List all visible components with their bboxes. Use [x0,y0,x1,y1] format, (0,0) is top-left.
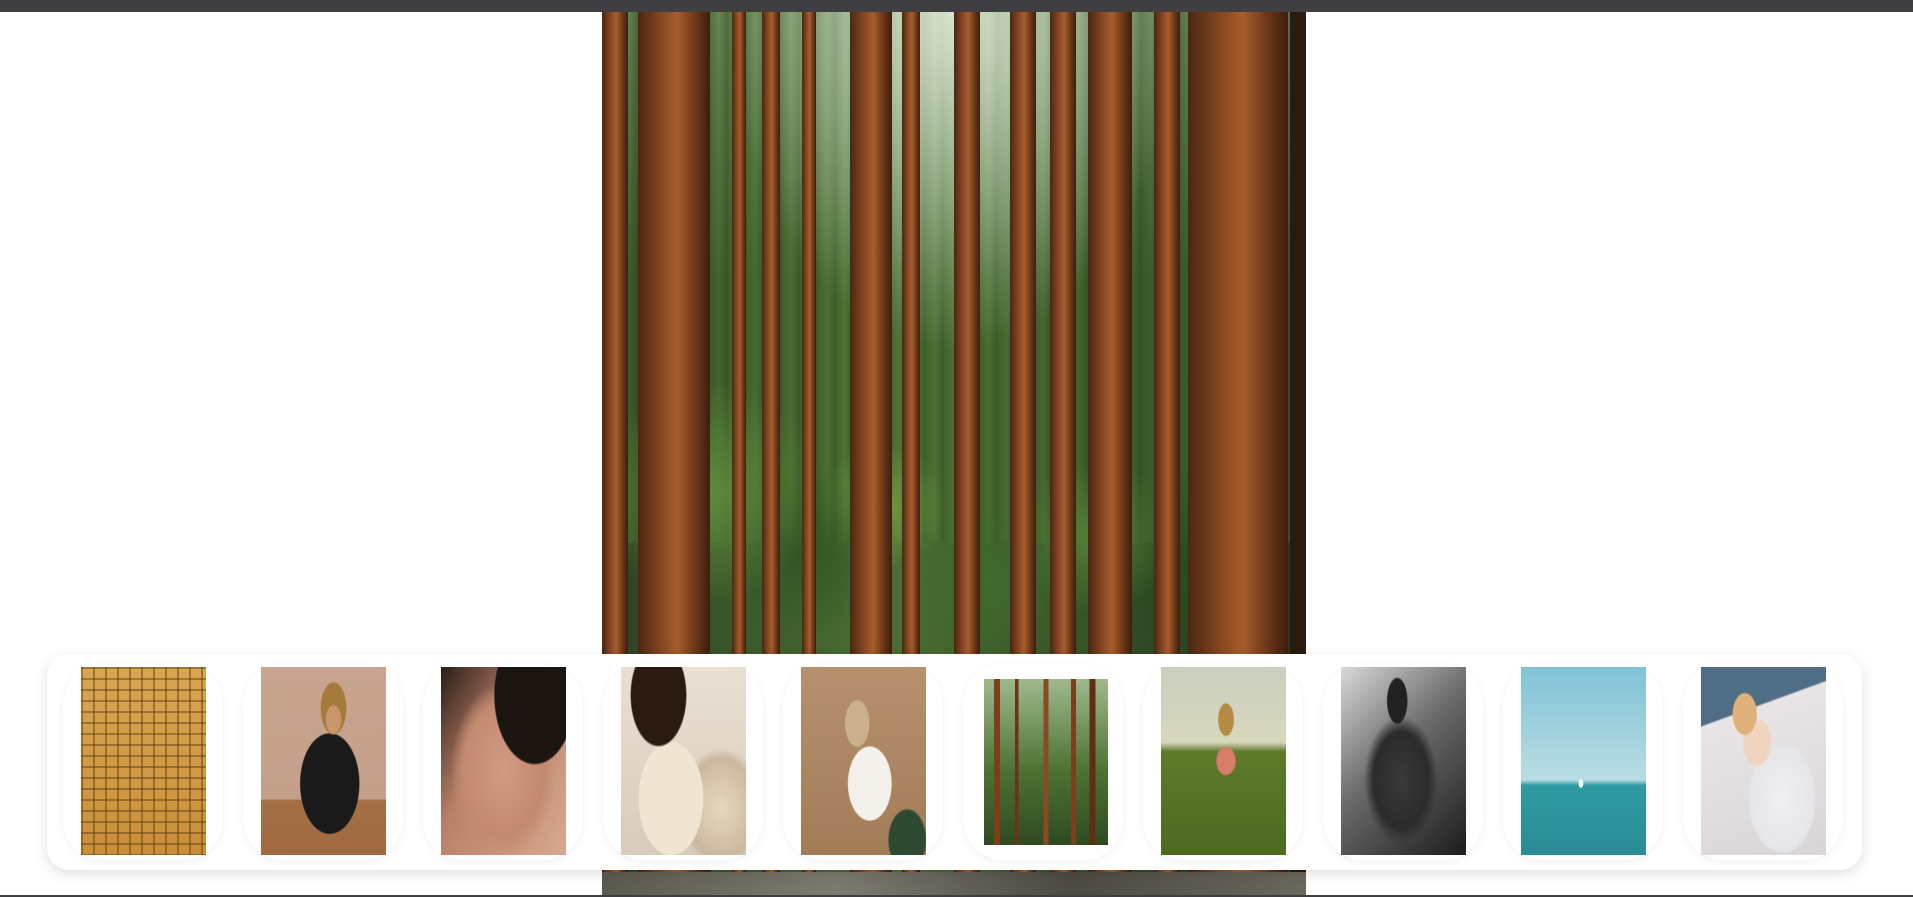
building-facade-photo-icon [81,667,206,855]
thumbnail-6-selected[interactable] [963,664,1123,860]
face-closeup-photo-icon [441,667,566,855]
thumbnail-9[interactable] [1503,664,1663,860]
window-top-bar [0,0,1913,12]
thumbnail-8[interactable] [1323,664,1483,860]
thumbnail-strip [47,654,1862,870]
thumbnail-4[interactable] [603,664,763,860]
sea-sailboat-photo-icon [1521,667,1646,855]
woman-braid-photo-icon [621,667,746,855]
forest-photo-icon [984,679,1108,845]
woman-field-photo-icon [1161,667,1286,855]
baby-photo-icon [1701,667,1826,855]
thumbnail-2[interactable] [243,664,403,860]
bw-portrait-photo-icon [1341,667,1466,855]
thumbnail-10[interactable] [1683,664,1843,860]
main-image-ground [602,872,1306,897]
woman-chair-photo-icon [801,667,926,855]
thumbnail-3[interactable] [423,664,583,860]
thumbnail-5[interactable] [783,664,943,860]
woman-sitting-photo-icon [261,667,386,855]
thumbnail-1[interactable] [63,664,223,860]
thumbnail-7[interactable] [1143,664,1303,860]
